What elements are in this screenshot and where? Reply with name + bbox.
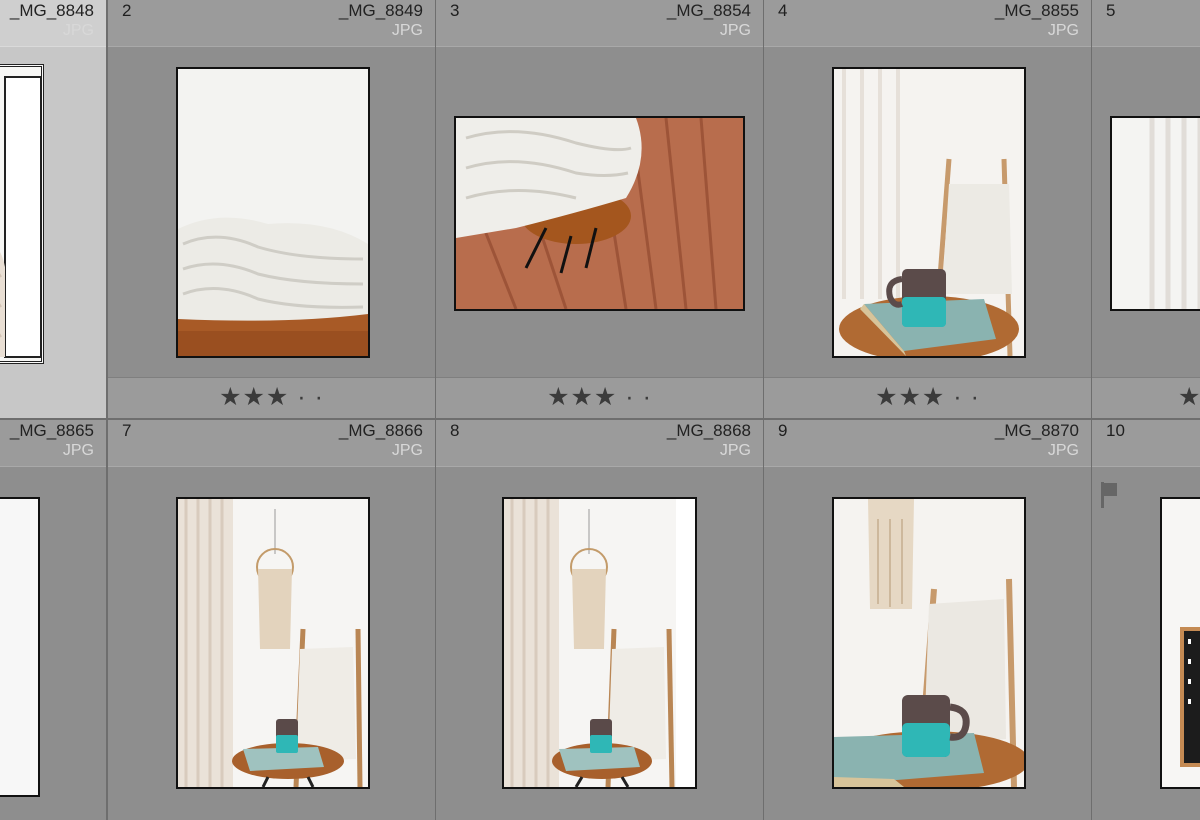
filetype: JPG bbox=[1047, 442, 1079, 459]
star-rating[interactable]: ★★★ · · bbox=[436, 382, 763, 412]
filename: _MG_8854 bbox=[666, 1, 751, 20]
thumbnail-image[interactable] bbox=[454, 116, 745, 311]
thumbnail-image[interactable] bbox=[0, 64, 44, 364]
filename: _MG_8865 bbox=[9, 421, 94, 440]
thumbnail-image[interactable] bbox=[0, 497, 40, 797]
grid-cell-8[interactable]: 8 _MG_8868 JPG bbox=[436, 420, 765, 820]
cell-header: _MG_8848 JPG bbox=[0, 0, 106, 47]
pick-flag-icon[interactable] bbox=[1100, 482, 1118, 508]
filename: _MG_8855 bbox=[994, 1, 1079, 20]
cell-header: 8 _MG_8868 JPG bbox=[436, 420, 763, 467]
cell-header: _MG_8865 JPG bbox=[0, 420, 106, 467]
cell-footer: ★ bbox=[1092, 377, 1200, 418]
cell-header: 3 _MG_8854 JPG bbox=[436, 0, 763, 47]
cell-index: 4 bbox=[778, 1, 788, 20]
knit-sweater-image bbox=[0, 67, 41, 361]
curtain-image bbox=[1112, 118, 1200, 309]
filename: _MG_8870 bbox=[994, 421, 1079, 440]
cell-header: 7 _MG_8866 JPG bbox=[108, 420, 435, 467]
cell-index: 5 bbox=[1106, 1, 1116, 20]
letter-board-image bbox=[1162, 499, 1200, 787]
thumbnail-image[interactable] bbox=[176, 67, 370, 358]
filetype: JPG bbox=[62, 22, 94, 39]
filetype: JPG bbox=[391, 22, 423, 39]
star-rating[interactable]: ★ bbox=[1178, 382, 1200, 412]
cell-footer: ★★★ · · bbox=[436, 377, 763, 418]
star-rating[interactable]: ★★★ · · bbox=[764, 382, 1091, 412]
cell-header: 9 _MG_8870 JPG bbox=[764, 420, 1091, 467]
cell-footer: ★★★ · · bbox=[108, 377, 435, 418]
cell-index: 3 bbox=[450, 1, 460, 20]
cell-header: 4 _MG_8855 JPG bbox=[764, 0, 1091, 47]
filename: _MG_8868 bbox=[666, 421, 751, 440]
thumbnail-image[interactable] bbox=[1160, 497, 1200, 789]
cell-header: 10 bbox=[1092, 420, 1200, 467]
room-with-macrame-image bbox=[178, 499, 368, 787]
mug-on-stool-image bbox=[834, 69, 1024, 356]
cell-footer: ★★★ · · bbox=[764, 377, 1091, 418]
filename: _MG_8866 bbox=[338, 421, 423, 440]
grid-cell-6[interactable]: _MG_8865 JPG bbox=[0, 420, 108, 820]
mug-closeup-image bbox=[834, 499, 1024, 787]
grid-cell-3[interactable]: 3 _MG_8854 JPG ★★★ · · bbox=[436, 0, 765, 420]
knit-blanket-on-stool-image bbox=[178, 69, 368, 356]
cell-header: 5 bbox=[1092, 0, 1200, 47]
thumbnail-image[interactable] bbox=[1110, 116, 1200, 311]
cell-header: 2 _MG_8849 JPG bbox=[108, 0, 435, 47]
room-with-macrame-image bbox=[504, 499, 695, 787]
filename: _MG_8848 bbox=[9, 1, 94, 20]
thumbnail-image[interactable] bbox=[832, 497, 1026, 789]
cell-index: 7 bbox=[122, 421, 132, 440]
knit-blanket-wood-floor-image bbox=[456, 118, 743, 309]
grid-cell-5[interactable]: 5 ★ bbox=[1092, 0, 1200, 420]
filename: _MG_8849 bbox=[338, 1, 423, 20]
cell-index: 9 bbox=[778, 421, 788, 440]
filetype: JPG bbox=[391, 442, 423, 459]
grid-cell-4[interactable]: 4 _MG_8855 JPG ★★★ · · bbox=[764, 0, 1093, 420]
thumbnail-image[interactable] bbox=[176, 497, 370, 789]
filetype: JPG bbox=[1047, 22, 1079, 39]
grid-cell-10[interactable]: 10 bbox=[1092, 420, 1200, 820]
thumbnail-image[interactable] bbox=[832, 67, 1026, 358]
filetype: JPG bbox=[719, 442, 751, 459]
filetype: JPG bbox=[62, 442, 94, 459]
thumbnail-image[interactable] bbox=[502, 497, 697, 789]
grid-cell-2[interactable]: 2 _MG_8849 JPG ★★★ · · bbox=[108, 0, 437, 420]
cell-index: 8 bbox=[450, 421, 460, 440]
cell-index: 2 bbox=[122, 1, 132, 20]
grid-cell-7[interactable]: 7 _MG_8866 JPG bbox=[108, 420, 437, 820]
cell-index: 10 bbox=[1106, 421, 1125, 440]
filetype: JPG bbox=[719, 22, 751, 39]
grid-cell-1[interactable]: _MG_8848 JPG bbox=[0, 0, 108, 420]
star-rating[interactable]: ★★★ · · bbox=[108, 382, 435, 412]
grid-cell-9[interactable]: 9 _MG_8870 JPG bbox=[764, 420, 1093, 820]
